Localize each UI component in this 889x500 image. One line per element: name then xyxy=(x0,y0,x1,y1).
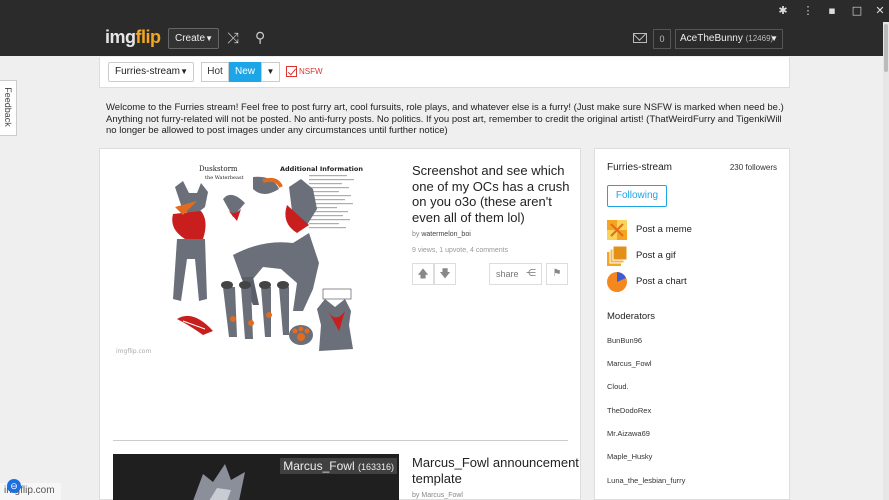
post-divider xyxy=(113,440,568,441)
nsfw-checkbox[interactable]: NSFW xyxy=(286,65,323,78)
page-scrollbar[interactable] xyxy=(883,22,889,500)
post-author-line: by Marcus_Fowl xyxy=(412,492,463,499)
stream-description: Welcome to the Furries stream! Feel free… xyxy=(106,102,784,136)
feedback-tab[interactable]: Feedback xyxy=(0,80,17,136)
post-image[interactable]: Duskstorm the Waterbeast Additional Info… xyxy=(113,159,399,359)
user-points: (12469) xyxy=(745,34,774,43)
sidebar-stream-name[interactable]: Furries-stream xyxy=(607,162,672,173)
share-icon: ⋲ xyxy=(526,268,536,279)
user-menu[interactable]: AceTheBunny (12469) ▼ xyxy=(675,29,783,49)
minimize-icon[interactable]: ▪ xyxy=(825,4,839,17)
nsfw-label: NSFW xyxy=(299,67,323,76)
followers-count: 230 followers xyxy=(729,163,777,172)
sort-new-button[interactable]: New xyxy=(229,62,261,82)
moderator-link[interactable]: Cloud. xyxy=(607,382,629,391)
gif-icon xyxy=(607,246,627,266)
moderators-heading: Moderators xyxy=(607,311,656,322)
stream-sidebar: Furries-stream 230 followers Following P… xyxy=(594,148,790,500)
create-button[interactable]: Create ▼ xyxy=(168,28,219,49)
site-header: imgflip Create ▼ ⤨ ⚲ 0 AceTheBunny (1246… xyxy=(0,22,889,56)
maximize-icon[interactable]: □ xyxy=(850,4,864,17)
sort-hot-button[interactable]: Hot xyxy=(201,62,229,82)
moderator-link[interactable]: Luna_the_lesbian_furry xyxy=(607,476,685,485)
downvote-button[interactable]: 🡇 xyxy=(434,263,456,285)
artwork-info-text: Additional Information xyxy=(280,165,363,173)
post-meme-link[interactable]: Post a meme xyxy=(607,220,787,240)
post-gif-link[interactable]: Post a gif xyxy=(607,246,787,266)
artwork-subtitle-text: the Waterbeast xyxy=(205,175,244,181)
stream-select[interactable]: Furries-stream ▼ xyxy=(108,62,194,82)
mail-icon[interactable] xyxy=(633,33,647,43)
moderator-link[interactable]: Maple_Husky xyxy=(607,452,652,461)
puzzle-icon[interactable]: ✱ xyxy=(776,4,790,17)
following-button[interactable]: Following xyxy=(607,185,667,207)
checkbox-checked-icon xyxy=(286,66,297,78)
chevron-down-icon: ▼ xyxy=(770,34,778,43)
chart-icon xyxy=(607,272,627,292)
image-user-watermark: Marcus_Fowl (163316) xyxy=(280,458,397,474)
post-stats[interactable]: 9 views, 1 upvote, 4 comments xyxy=(412,247,508,254)
post-author-link[interactable]: Marcus_Fowl xyxy=(421,492,463,499)
upvote-button[interactable]: 🡅 xyxy=(412,263,434,285)
search-icon[interactable]: ⚲ xyxy=(255,30,265,46)
moderator-link[interactable]: Mr.Aizawa69 xyxy=(607,429,650,438)
post-title-link[interactable]: Marcus_Fowl announcement template xyxy=(412,455,582,486)
moderator-link[interactable]: BunBun96 xyxy=(607,336,642,345)
oc-artwork-image: Duskstorm the Waterbeast Additional Info… xyxy=(113,159,399,359)
post-author-link[interactable]: watermelon_boi xyxy=(421,231,470,238)
post-title-link[interactable]: Screenshot and see which one of my OCs h… xyxy=(412,163,572,225)
moderator-link[interactable]: Marcus_Fowl xyxy=(607,359,652,368)
browser-toolbar: ✱ ⋮ ▪ □ ✕ xyxy=(0,0,889,22)
scrollbar-thumb[interactable] xyxy=(884,24,888,72)
sort-dropdown-button[interactable]: ▼ xyxy=(261,62,280,82)
chevron-down-icon: ▼ xyxy=(205,34,213,43)
artwork-title-text: Duskstorm xyxy=(199,165,238,173)
moderator-link[interactable]: TheDodoRex xyxy=(607,406,651,415)
post-chart-link[interactable]: Post a chart xyxy=(607,272,787,292)
notification-count[interactable]: 0 xyxy=(653,29,671,49)
more-vert-icon[interactable]: ⋮ xyxy=(801,4,815,17)
create-label: Create xyxy=(175,33,206,44)
stream-toolbar: Furries-stream ▼ Hot New ▼ NSFW xyxy=(99,57,790,88)
browser-status-icon[interactable]: ⊖ xyxy=(7,479,21,493)
post-feed: Duskstorm the Waterbeast Additional Info… xyxy=(99,148,581,500)
chevron-down-icon: ▼ xyxy=(180,67,188,76)
image-watermark: imgflip.com xyxy=(116,348,151,355)
meme-icon xyxy=(607,220,627,240)
post-author-line: by watermelon_boi xyxy=(412,231,471,238)
shuffle-icon[interactable]: ⤨ xyxy=(227,30,239,46)
imgflip-logo[interactable]: imgflip xyxy=(105,27,161,48)
flag-icon[interactable]: ⚑ xyxy=(546,263,568,285)
close-icon[interactable]: ✕ xyxy=(873,4,887,17)
username: AceTheBunny xyxy=(680,33,743,44)
post-image[interactable]: Marcus_Fowl (163316) xyxy=(113,454,399,500)
share-button[interactable]: share ⋲ xyxy=(489,263,542,285)
